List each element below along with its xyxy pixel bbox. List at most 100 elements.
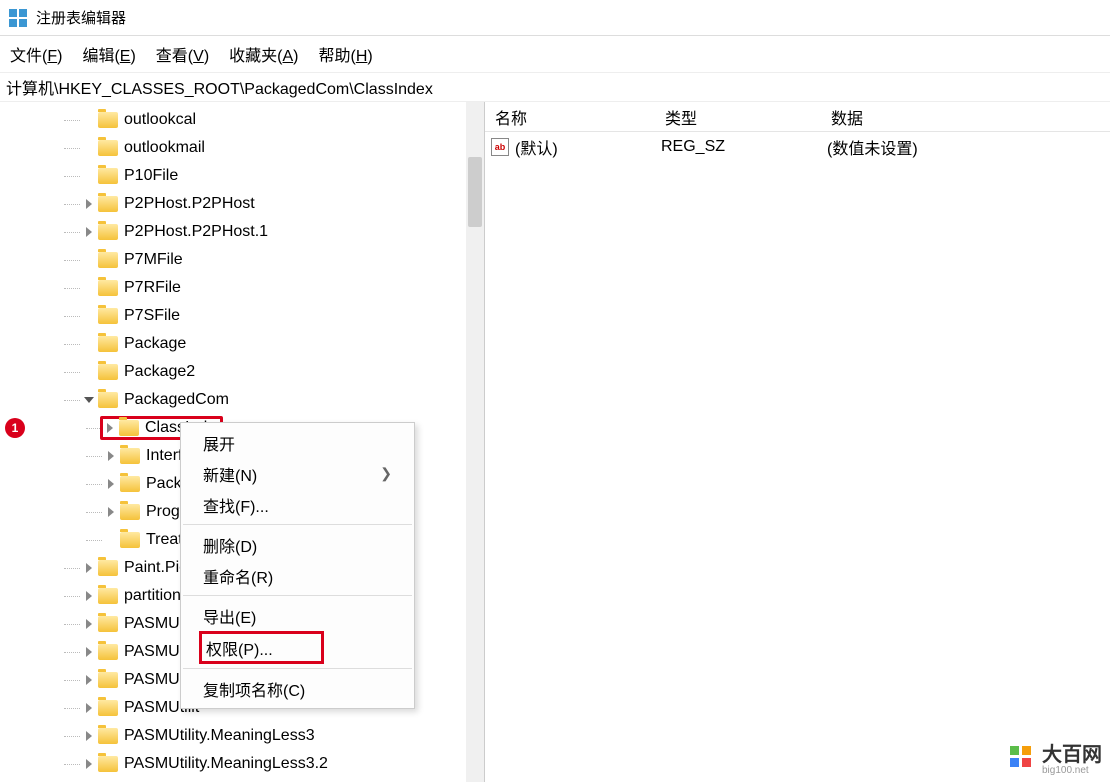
folder-icon: [119, 420, 139, 436]
folder-icon: [98, 224, 118, 240]
tree-item[interactable]: outlookcal: [0, 106, 484, 134]
tree-item[interactable]: PackagedCom: [0, 386, 484, 414]
cm-find[interactable]: 查找(F)...: [181, 489, 414, 520]
watermark: 大百网 big100.net: [1008, 738, 1102, 776]
chevron-right-icon[interactable]: [82, 673, 96, 687]
chevron-right-icon[interactable]: [82, 589, 96, 603]
content-area: outlookcal outlookmail P10File P2PHost.P2PH…: [0, 102, 1110, 782]
cm-separator: [183, 595, 412, 596]
tree-item[interactable]: PASMUtility.MeaningLess3.2: [0, 750, 484, 778]
folder-icon: [98, 308, 118, 324]
cm-expand[interactable]: 展开: [181, 427, 414, 458]
tree-item[interactable]: outlookmail: [0, 134, 484, 162]
cm-separator: [183, 524, 412, 525]
menu-file[interactable]: 文件(F): [6, 40, 66, 68]
folder-icon: [98, 252, 118, 268]
tree-item[interactable]: Package: [0, 330, 484, 358]
menu-edit[interactable]: 编辑(E): [78, 40, 139, 68]
chevron-down-icon[interactable]: [82, 393, 96, 407]
tree-item[interactable]: P7SFile: [0, 302, 484, 330]
address-bar[interactable]: 计算机\HKEY_CLASSES_ROOT\PackagedCom\ClassI…: [0, 72, 1110, 102]
folder-icon: [98, 728, 118, 744]
tree-item[interactable]: P10File: [0, 162, 484, 190]
folder-icon: [98, 616, 118, 632]
values-pane: 名称 类型 数据 ab (默认) REG_SZ (数值未设置): [485, 102, 1110, 782]
tree-item-label: PASMUtility.MeaningLess3: [124, 727, 315, 745]
chevron-right-icon[interactable]: [82, 197, 96, 211]
tree-item[interactable]: Package2: [0, 358, 484, 386]
folder-icon: [98, 140, 118, 156]
folder-icon: [98, 588, 118, 604]
folder-icon: [98, 280, 118, 296]
tree-item[interactable]: P7RFile: [0, 274, 484, 302]
folder-icon: [98, 336, 118, 352]
folder-icon: [98, 756, 118, 772]
submenu-arrow-icon: ❯: [380, 465, 392, 482]
tree-item-label: PASMUtility.MeaningLess3.2: [124, 755, 328, 773]
tree-item[interactable]: P2PHost.P2PHost: [0, 190, 484, 218]
menu-view[interactable]: 查看(V): [152, 40, 213, 68]
col-type[interactable]: 类型: [655, 105, 821, 129]
chevron-right-icon[interactable]: [82, 757, 96, 771]
folder-icon: [120, 476, 140, 492]
chevron-right-icon[interactable]: [82, 225, 96, 239]
value-row[interactable]: ab (默认) REG_SZ (数值未设置): [485, 132, 1110, 162]
tree-item-label: P7RFile: [124, 279, 181, 297]
chevron-right-icon[interactable]: [82, 729, 96, 743]
tree-item-label: outlookcal: [124, 111, 196, 129]
scrollbar-thumb[interactable]: [468, 157, 482, 227]
tree-item-label: partition: [124, 587, 181, 605]
tree-item[interactable]: P7MFile: [0, 246, 484, 274]
menu-favorites[interactable]: 收藏夹(A): [225, 40, 302, 68]
cm-separator: [183, 668, 412, 669]
string-value-icon: ab: [491, 138, 509, 156]
chevron-right-icon[interactable]: [103, 421, 117, 435]
folder-icon: [98, 112, 118, 128]
tree-item-label: PackagedCom: [124, 391, 229, 409]
window-title: 注册表编辑器: [36, 7, 126, 28]
tree-item-label: P7MFile: [124, 251, 183, 269]
tree-item-label: P2PHost.P2PHost.1: [124, 223, 268, 241]
folder-icon: [98, 364, 118, 380]
menu-bar: 文件(F) 编辑(E) 查看(V) 收藏夹(A) 帮助(H): [0, 36, 1110, 72]
title-bar: 注册表编辑器: [0, 0, 1110, 36]
tree-item-label: P7SFile: [124, 307, 180, 325]
chevron-right-icon[interactable]: [82, 701, 96, 715]
values-header: 名称 类型 数据: [485, 102, 1110, 132]
tree-item[interactable]: P2PHost.P2PHost.1: [0, 218, 484, 246]
watermark-url: big100.net: [1042, 765, 1102, 776]
watermark-title: 大百网: [1042, 744, 1102, 766]
chevron-right-icon[interactable]: [82, 617, 96, 631]
folder-icon: [120, 448, 140, 464]
app-icon: [8, 8, 28, 28]
tree-item-label: P10File: [124, 167, 178, 185]
tree-item-label: P2PHost.P2PHost: [124, 195, 255, 213]
col-name[interactable]: 名称: [485, 105, 655, 129]
folder-icon: [98, 392, 118, 408]
menu-help[interactable]: 帮助(H): [314, 40, 376, 68]
value-type: REG_SZ: [655, 138, 821, 156]
address-path: 计算机\HKEY_CLASSES_ROOT\PackagedCom\ClassI…: [6, 75, 433, 99]
folder-icon: [98, 672, 118, 688]
chevron-right-icon[interactable]: [104, 449, 118, 463]
folder-icon: [120, 532, 140, 548]
cm-rename[interactable]: 重命名(R): [181, 560, 414, 591]
cm-copy-key-name[interactable]: 复制项名称(C): [181, 673, 414, 704]
chevron-right-icon[interactable]: [82, 561, 96, 575]
folder-icon: [98, 644, 118, 660]
folder-icon: [98, 560, 118, 576]
folder-icon: [98, 196, 118, 212]
chevron-right-icon[interactable]: [104, 477, 118, 491]
watermark-logo-icon: [1008, 744, 1034, 770]
cm-export[interactable]: 导出(E): [181, 600, 414, 631]
folder-icon: [98, 700, 118, 716]
chevron-right-icon[interactable]: [82, 645, 96, 659]
cm-delete[interactable]: 删除(D): [181, 529, 414, 560]
cm-permissions[interactable]: 权限(P)...: [199, 631, 324, 664]
tree-item[interactable]: PASMUtility.MeaningLess3: [0, 722, 484, 750]
col-data[interactable]: 数据: [821, 105, 1110, 129]
callout-badge-1: 1: [5, 418, 25, 438]
cm-new[interactable]: 新建(N)❯: [181, 458, 414, 489]
tree-scrollbar[interactable]: [466, 102, 484, 782]
chevron-right-icon[interactable]: [104, 505, 118, 519]
